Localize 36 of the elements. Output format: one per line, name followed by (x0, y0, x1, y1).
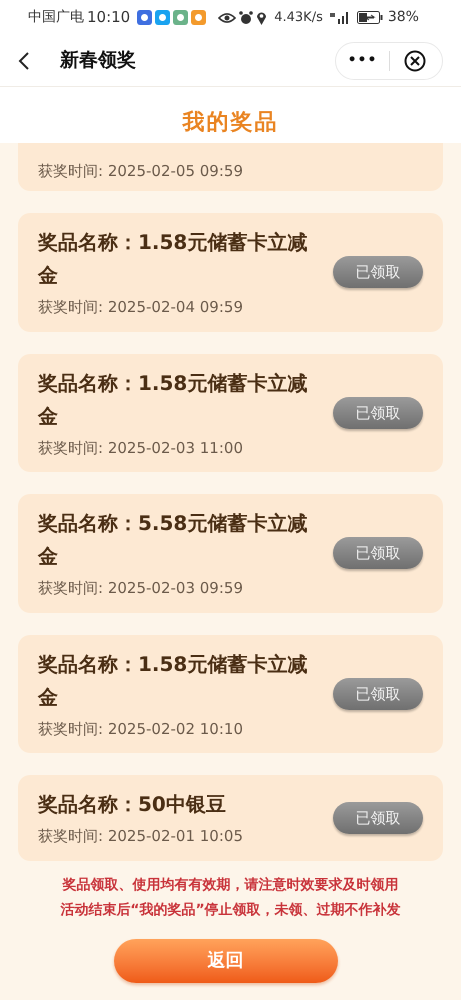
claim-button[interactable]: 已领取 (333, 256, 423, 288)
app-icon (191, 10, 206, 25)
prize-name: 奖品名称：1.58元储蓄卡立减金 (38, 370, 308, 430)
claim-button[interactable]: 已领取 (333, 802, 423, 834)
prize-name: 奖品名称：1.58元储蓄卡立减金 (38, 650, 308, 710)
app-icon (137, 10, 152, 25)
claim-button[interactable]: 已领取 (333, 678, 423, 710)
page-title: 新春领奖 (60, 48, 136, 74)
notice-text: 活动结束后“我的奖品”停止领取，未领、过期不作补发 (60, 900, 401, 920)
award-time: 获奖时间: 2025-02-03 09:59 (38, 578, 244, 599)
notice-text: 奖品领取、使用均有有效期，请注意时效要求及时领用 (62, 876, 398, 894)
close-icon[interactable] (404, 50, 426, 72)
capsule-menu[interactable]: ••• (335, 42, 443, 80)
battery-percent: 38% (388, 8, 419, 27)
app-icon (173, 10, 188, 25)
prize-name: 奖品名称：5.58元储蓄卡立减金 (38, 510, 308, 570)
award-time: 获奖时间: 2025-02-02 10:10 (38, 718, 244, 740)
award-time: 获奖时间: 2025-02-03 11:00 (38, 438, 244, 458)
award-time: 获奖时间: 2025-02-05 09:59 (38, 161, 243, 182)
status-time: 10:10 (87, 7, 130, 28)
award-time: 获奖时间: 2025-02-01 10:05 (38, 826, 244, 847)
battery-icon (356, 11, 383, 24)
back-icon[interactable] (18, 50, 30, 70)
back-button[interactable]: 返回 (114, 938, 338, 982)
section-heading: 我的奖品 (182, 109, 278, 137)
network-speed: 4.43K/s (274, 8, 323, 27)
carrier-name: 中国广电 (28, 8, 84, 27)
claim-button[interactable]: 已领取 (333, 537, 423, 570)
prize-name: 奖品名称：50中银豆 (38, 791, 227, 818)
claim-button[interactable]: 已领取 (333, 396, 423, 429)
prize-name: 奖品名称：1.58元储蓄卡立减金 (38, 229, 308, 289)
more-button[interactable]: ••• (336, 50, 389, 71)
eye-icon (218, 12, 236, 24)
award-time: 获奖时间: 2025-02-04 09:59 (38, 297, 244, 318)
location-icon (256, 10, 268, 24)
app-icon (155, 10, 170, 25)
